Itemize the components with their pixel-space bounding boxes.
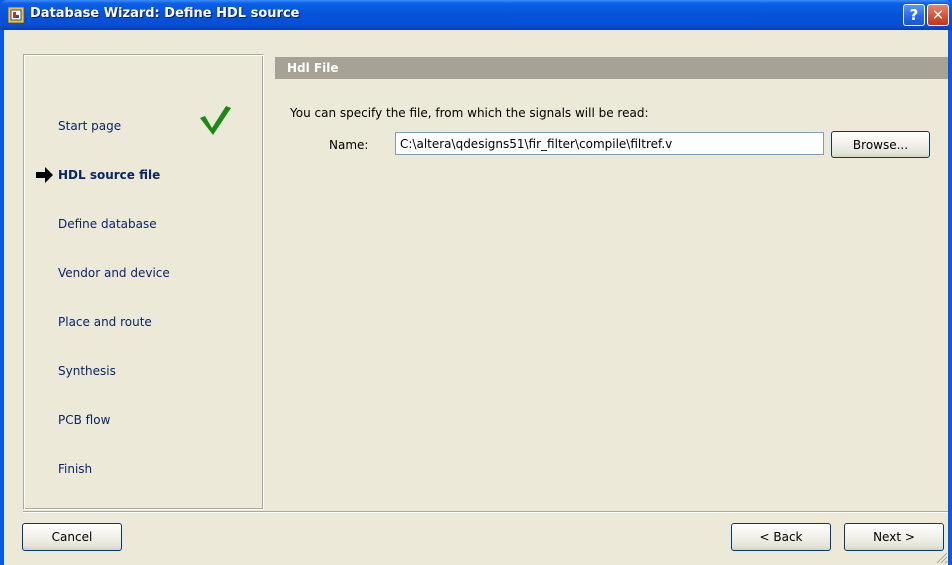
step-finish: Finish <box>24 457 260 481</box>
footer-divider <box>23 511 948 513</box>
name-label: Name: <box>329 138 369 152</box>
close-button[interactable]: ✕ <box>927 4 949 26</box>
wizard-steps-panel: Start page HDL source file Define databa… <box>23 54 264 510</box>
resize-grip-icon[interactable] <box>934 550 948 564</box>
back-button[interactable]: < Back <box>731 523 831 551</box>
dialog-body: Start page HDL source file Define databa… <box>4 30 948 565</box>
step-label: Vendor and device <box>58 266 170 280</box>
window-title: Database Wizard: Define HDL source <box>30 6 300 21</box>
step-label: Finish <box>58 462 93 476</box>
step-label: HDL source file <box>58 168 161 182</box>
browse-button[interactable]: Browse... <box>831 131 930 158</box>
step-label: Synthesis <box>58 364 116 378</box>
cancel-button[interactable]: Cancel <box>22 523 122 551</box>
step-label: Start page <box>58 119 122 133</box>
instruction-text: You can specify the file, from which the… <box>290 106 649 120</box>
green-checkmark-icon <box>200 106 231 135</box>
file-name-input[interactable] <box>395 132 824 155</box>
step-vendor-and-device: Vendor and device <box>24 261 260 285</box>
step-label: Define database <box>58 217 157 231</box>
step-start-page: Start page <box>24 106 260 138</box>
arrow-right-icon <box>36 167 53 183</box>
title-bar[interactable]: Database Wizard: Define HDL source ? ✕ <box>0 0 952 30</box>
step-pcb-flow: PCB flow <box>24 408 260 432</box>
step-label: PCB flow <box>58 413 111 427</box>
step-label: Place and route <box>58 315 152 329</box>
help-button[interactable]: ? <box>903 4 925 26</box>
step-hdl-source-file: HDL source file <box>24 163 260 187</box>
next-button[interactable]: Next > <box>844 523 944 551</box>
step-synthesis: Synthesis <box>24 359 260 383</box>
step-define-database: Define database <box>24 212 260 236</box>
app-icon <box>8 7 24 23</box>
section-header: Hdl File <box>275 57 948 79</box>
step-place-and-route: Place and route <box>24 310 260 334</box>
wizard-window: Database Wizard: Define HDL source ? ✕ S… <box>0 0 952 565</box>
